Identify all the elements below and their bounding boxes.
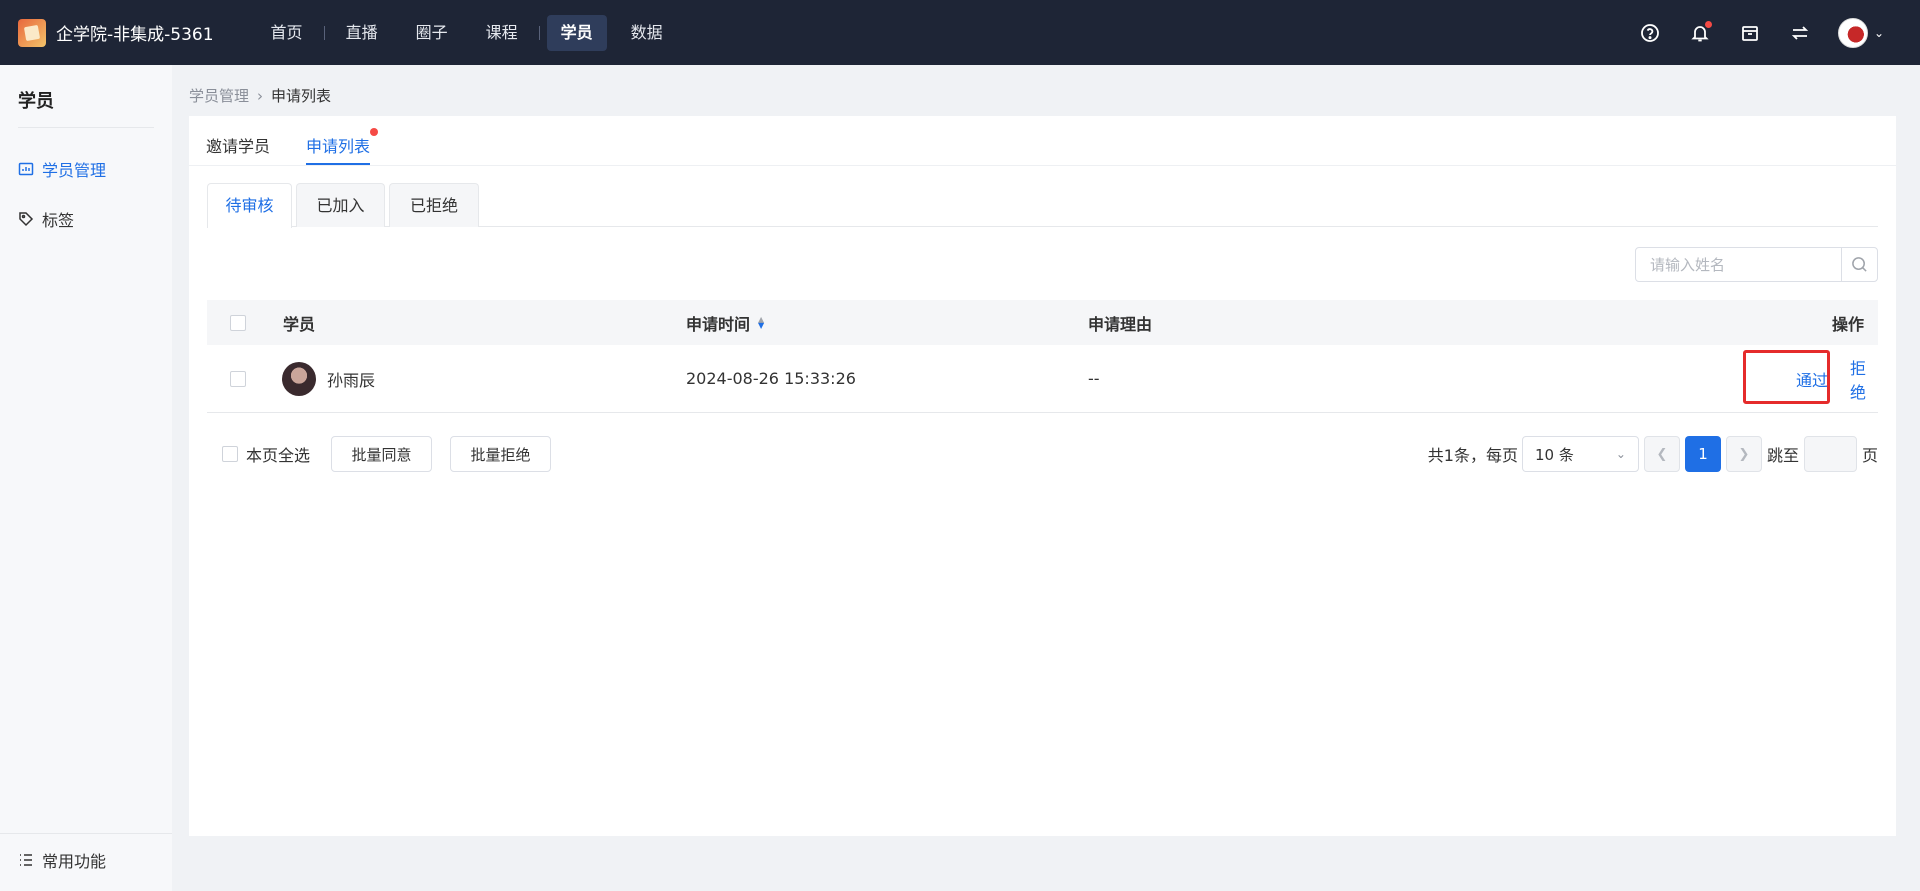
chevron-left-icon: ❮: [1656, 446, 1668, 462]
pagination-total: 共1条，每页: [1427, 446, 1518, 465]
sidebar-divider: [18, 127, 154, 128]
tab-badge-dot: [370, 128, 379, 136]
jump-page-input[interactable]: [1803, 436, 1857, 472]
row-checkbox-cell: [230, 345, 246, 412]
chevron-right-icon: ›: [257, 86, 264, 105]
row-checkbox[interactable]: [230, 370, 246, 387]
tabs: 邀请学员 申请列表: [206, 116, 379, 165]
subtab-pending[interactable]: 待审核: [207, 183, 292, 228]
approve-link-label[interactable]: 通过: [1796, 367, 1828, 391]
header-checkbox-cell: [230, 300, 246, 345]
nav-item-data[interactable]: 数据: [617, 15, 677, 51]
reason-cell: --: [1088, 369, 1100, 388]
column-header-action: 操作: [1831, 314, 1864, 334]
nav-item-live[interactable]: 直播: [332, 15, 392, 51]
column-header-student: 学员: [283, 314, 316, 334]
store-icon[interactable]: [1738, 21, 1762, 45]
page-suffix: 页: [1861, 446, 1878, 465]
nav-item-home[interactable]: 首页: [257, 15, 317, 51]
subtab-joined[interactable]: 已加入: [296, 183, 385, 227]
reject-link[interactable]: 拒绝: [1850, 345, 1878, 412]
list-icon: [20, 854, 32, 866]
subtab-rejected[interactable]: 已拒绝: [389, 183, 479, 227]
breadcrumb: 学员管理 › 申请列表: [189, 85, 331, 106]
jump-label: 跳至: [1766, 446, 1799, 465]
tab-invite-students[interactable]: 邀请学员: [206, 116, 270, 165]
top-bar: 企学院-非集成-5361 首页 直播 圈子 课程 学员 数据 ⌄: [0, 0, 1920, 65]
status-subtabs: 待审核 已加入 已拒绝: [207, 183, 1878, 228]
page-size-select[interactable]: 10 条 ⌄: [1521, 436, 1639, 472]
main-panel: 邀请学员 申请列表 待审核 已加入 已拒绝 学员 申请时间 ▲▼ 申请理由 操作: [189, 116, 1896, 836]
batch-reject-button[interactable]: 批量拒绝: [450, 436, 551, 472]
nav-item-course[interactable]: 课程: [472, 15, 532, 51]
sidebar: 学员 学员管理 标签 常用功能: [0, 65, 172, 891]
chevron-down-icon: ⌄: [1873, 25, 1884, 40]
sidebar-item-label: 学员管理: [42, 161, 107, 180]
search-icon: [1852, 257, 1867, 272]
user-menu[interactable]: ⌄: [1837, 17, 1884, 48]
sidebar-item-label: 标签: [42, 211, 75, 230]
sidebar-title: 学员: [18, 91, 54, 112]
search-button[interactable]: [1841, 248, 1877, 281]
page-number-current[interactable]: 1: [1684, 436, 1721, 472]
breadcrumb-current: 申请列表: [271, 87, 332, 105]
chart-icon: [18, 162, 34, 176]
nav-item-students[interactable]: 学员: [546, 14, 607, 51]
search-input[interactable]: [1636, 248, 1841, 281]
select-all-page[interactable]: 本页全选: [222, 436, 310, 472]
select-all-page-checkbox[interactable]: [222, 446, 238, 462]
common-functions[interactable]: 常用功能: [0, 833, 172, 886]
search-box: [1635, 247, 1878, 282]
table-row: 孙雨辰 2024-08-26 15:33:26 -- 通过 拒绝: [207, 345, 1878, 413]
select-all-header-checkbox[interactable]: [230, 314, 246, 331]
select-all-page-label: 本页全选: [246, 446, 311, 465]
app-logo: [18, 18, 46, 47]
tag-icon: [19, 212, 34, 227]
tab-application-list[interactable]: 申请列表: [306, 116, 379, 165]
page-size-value: 10 条: [1534, 445, 1574, 464]
sidebar-item-student-management[interactable]: 学员管理: [18, 157, 106, 181]
student-cell: 孙雨辰: [282, 345, 375, 412]
batch-approve-button[interactable]: 批量同意: [331, 436, 432, 472]
column-header-reason: 申请理由: [1088, 314, 1153, 334]
top-icons: ⌄: [1638, 0, 1884, 65]
sidebar-item-tags[interactable]: 标签: [18, 207, 74, 231]
sort-icon[interactable]: ▲ ▼: [758, 315, 764, 329]
chevron-down-icon: ⌄: [1615, 447, 1626, 461]
user-avatar[interactable]: [1837, 17, 1868, 48]
apply-time-cell: 2024-08-26 15:33:26: [686, 369, 856, 388]
common-functions-label: 常用功能: [42, 852, 107, 871]
column-header-label: 申请时间: [686, 314, 751, 334]
next-page-button[interactable]: ❯: [1725, 436, 1762, 472]
tabs-divider: [189, 165, 1896, 166]
prev-page-button[interactable]: ❮: [1643, 436, 1680, 472]
switch-icon[interactable]: [1788, 21, 1812, 45]
breadcrumb-parent[interactable]: 学员管理: [189, 85, 249, 106]
chevron-right-icon: ❯: [1738, 446, 1750, 462]
column-header-apply-time[interactable]: 申请时间 ▲ ▼: [686, 300, 764, 345]
notification-dot: [1704, 20, 1712, 28]
table-header: 学员 申请时间 ▲ ▼ 申请理由 操作: [207, 300, 1878, 345]
main-nav: 首页 直播 圈子 课程 学员 数据: [252, 0, 682, 65]
student-name: 孙雨辰: [327, 370, 376, 390]
bell-icon[interactable]: [1688, 20, 1712, 45]
nav-separator: [538, 25, 540, 40]
pagination: 共1条，每页 10 条 ⌄ ❮ 1 ❯ 跳至 页: [1428, 436, 1878, 472]
nav-item-circle[interactable]: 圈子: [402, 15, 462, 51]
tab-label: 申请列表: [306, 137, 371, 156]
table-footer: 本页全选 批量同意 批量拒绝 共1条，每页 10 条 ⌄ ❮ 1 ❯ 跳至 页: [207, 436, 1878, 472]
reject-link-label[interactable]: 拒绝: [1850, 355, 1878, 403]
nav-separator: [323, 25, 325, 40]
app-title[interactable]: 企学院-非集成-5361: [56, 20, 214, 45]
avatar: [282, 361, 316, 396]
approve-link[interactable]: 通过: [1796, 345, 1828, 412]
help-icon[interactable]: [1638, 21, 1662, 45]
